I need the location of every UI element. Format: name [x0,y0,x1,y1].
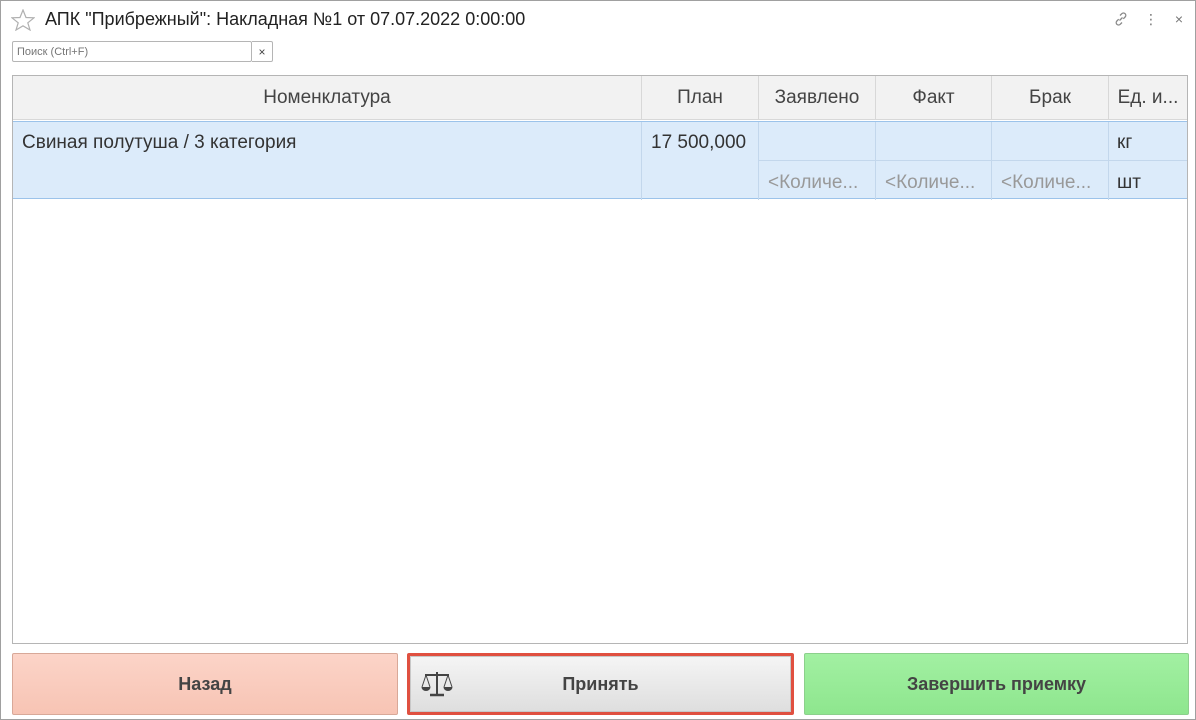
column-header-fact[interactable]: Факт [876,76,992,120]
accept-button-label: Принять [562,673,639,694]
items-table: Номенклатура План Заявлено Факт Брак Ед.… [12,75,1188,644]
link-icon[interactable] [1111,9,1131,29]
column-divider [758,122,759,200]
document-window: АПК "Прибрежный": Накладная №1 от 07.07.… [0,0,1196,720]
column-divider [641,122,642,200]
row-divider [759,160,1187,161]
column-header-plan[interactable]: План [642,76,759,120]
finish-receiving-button[interactable]: Завершить приемку [804,653,1189,715]
cell-plan[interactable]: 17 500,000 [651,132,751,154]
column-header-defect[interactable]: Брак [992,76,1109,120]
column-divider [875,122,876,200]
table-row[interactable]: Свиная полутуша / 3 категория 17 500,000… [13,121,1187,200]
search-clear-button[interactable]: × [252,41,273,62]
column-header-unit[interactable]: Ед. и... [1109,76,1187,120]
column-header-nomenclature[interactable]: Номенклатура [13,76,642,120]
accept-button[interactable]: Принять [407,653,794,715]
finish-receiving-button-label: Завершить приемку [906,673,1087,694]
cell-unit[interactable]: кг [1117,132,1183,154]
cell-unit-secondary[interactable]: шт [1117,172,1183,194]
column-divider [1108,122,1109,200]
table-header: Номенклатура План Заявлено Факт Брак Ед.… [13,76,1187,120]
back-button[interactable]: Назад [12,653,398,715]
more-icon[interactable]: ⋮ [1141,9,1161,29]
back-button-label: Назад [178,673,232,694]
cell-declared-quantity[interactable]: <Количе... [768,172,870,194]
close-icon[interactable]: × [1169,9,1189,29]
column-header-declared[interactable]: Заявлено [759,76,876,120]
window-title: АПК "Прибрежный": Накладная №1 от 07.07.… [45,9,526,29]
search-input[interactable] [12,41,252,62]
cell-defect-quantity[interactable]: <Количе... [1001,172,1103,194]
column-divider [991,122,992,200]
cell-nomenclature[interactable]: Свиная полутуша / 3 категория [22,132,632,154]
star-icon[interactable] [11,9,35,31]
cell-fact-quantity[interactable]: <Количе... [885,172,987,194]
title-bar: АПК "Прибрежный": Накладная №1 от 07.07.… [1,1,1195,37]
scales-icon [421,672,453,697]
